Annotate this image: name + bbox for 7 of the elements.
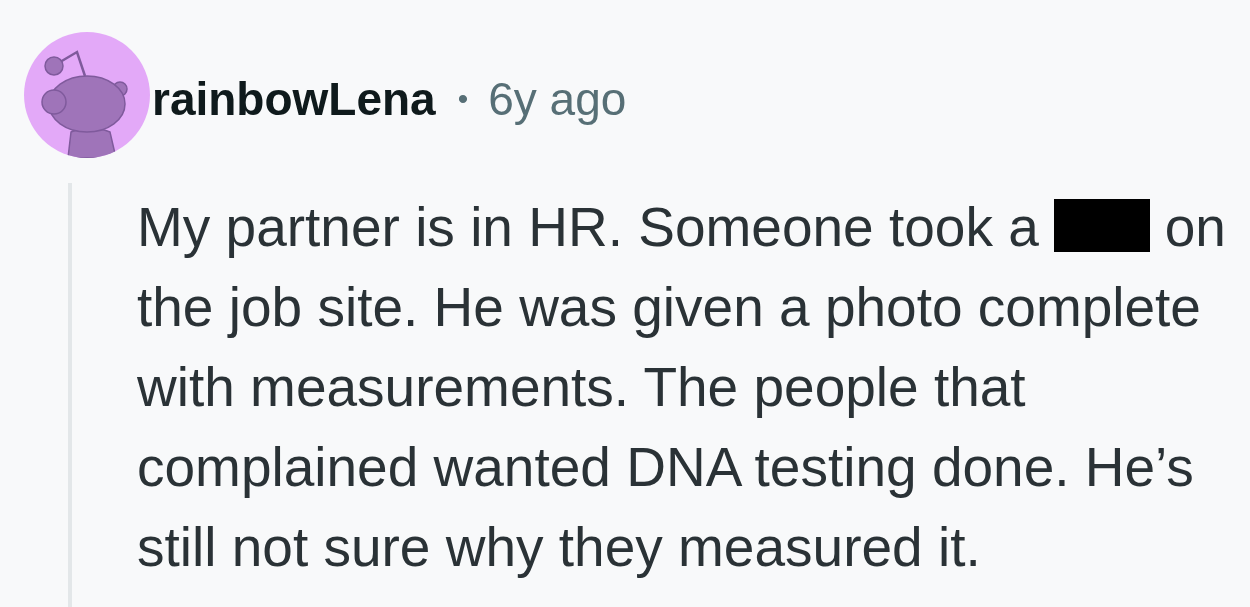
post-age: 6y ago [488, 72, 627, 126]
comment-text: on [1164, 195, 1226, 260]
comment-text: My partner is in HR. Someone took a [137, 195, 1039, 260]
comment-text: the job site. He was given a photo complete with measurements. The people that complained wanted DNA testing done. He’s still not sure why they measured it. [137, 275, 1202, 580]
avatar-icon[interactable] [24, 32, 150, 158]
separator-dot: • [457, 82, 469, 116]
username[interactable]: rainbowLena [152, 72, 436, 126]
